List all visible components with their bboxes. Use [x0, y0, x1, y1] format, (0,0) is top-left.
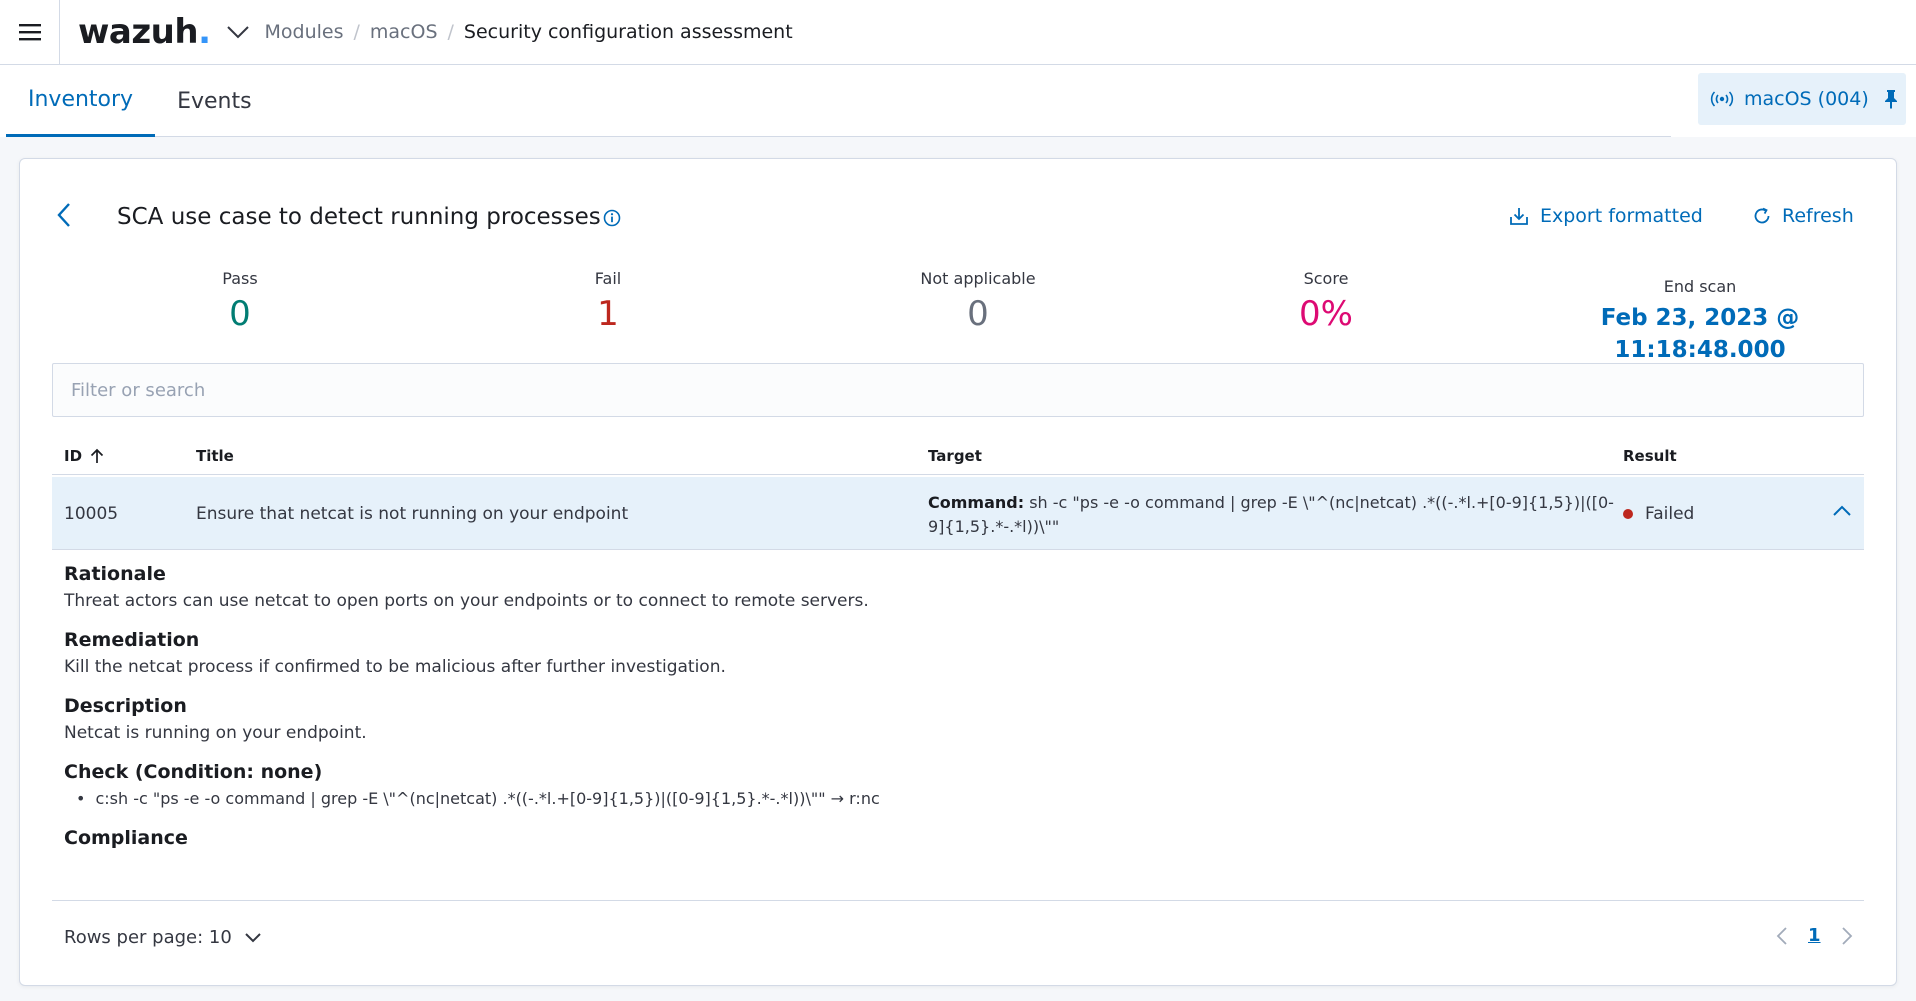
stat-na-label: Not applicable — [920, 269, 1036, 288]
agent-selector[interactable]: macOS (004) — [1698, 73, 1906, 125]
back-button[interactable] — [56, 201, 72, 233]
logo-text: wazuh — [78, 12, 199, 52]
arrow-right-icon — [1841, 926, 1852, 945]
chevron-up-icon — [1833, 505, 1851, 516]
column-id-label: ID — [64, 447, 83, 465]
antenna-icon — [1710, 91, 1734, 107]
check-section: Check (Condition: none) c:sh -c "ps -e -… — [64, 759, 1864, 811]
remediation-heading: Remediation — [64, 629, 200, 651]
page-number[interactable]: 1 — [1808, 925, 1821, 946]
description-text: Netcat is running on your endpoint. — [64, 723, 367, 743]
top-bar: wazuh. Modules / macOS / Security config… — [0, 0, 1916, 65]
refresh-button[interactable]: Refresh — [1752, 205, 1854, 227]
info-icon[interactable] — [603, 209, 621, 227]
rationale-section: Rationale Threat actors can use netcat t… — [64, 561, 1864, 613]
refresh-label: Refresh — [1782, 205, 1854, 227]
stat-not-applicable: Not applicable 0 — [858, 269, 1098, 334]
table-row[interactable]: 10005 Ensure that netcat is not running … — [52, 477, 1864, 550]
export-formatted-button[interactable]: Export formatted — [1508, 205, 1703, 227]
stat-end-scan: End scan Feb 23, 2023 @ 11:18:48.000 — [1520, 277, 1880, 366]
menu-button[interactable] — [0, 0, 60, 64]
failed-status-dot — [1623, 509, 1633, 519]
row-target-value: sh -c "ps -e -o command | grep -E \"^(nc… — [928, 493, 1614, 536]
stat-score: Score 0% — [1226, 269, 1426, 334]
breadcrumb: Modules / macOS / Security configuration… — [264, 21, 792, 43]
sca-panel: SCA use case to detect running processes… — [19, 158, 1897, 986]
pin-icon[interactable] — [1882, 89, 1900, 109]
table-footer-divider — [52, 900, 1864, 901]
wazuh-logo[interactable]: wazuh. — [78, 12, 211, 52]
rationale-heading: Rationale — [64, 563, 166, 585]
remediation-text: Kill the netcat process if confirmed to … — [64, 657, 726, 677]
logo-dot: . — [198, 12, 211, 52]
chevron-down-icon — [227, 26, 250, 39]
stat-score-value: 0% — [1299, 294, 1353, 334]
sort-up-icon — [90, 448, 104, 463]
tab-list: Inventory Events — [6, 65, 1671, 137]
column-header-title[interactable]: Title — [196, 447, 234, 465]
column-header-id[interactable]: ID — [64, 447, 106, 465]
refresh-icon — [1754, 207, 1770, 224]
row-result: Failed — [1623, 504, 1694, 524]
rows-per-page-label: Rows per page: 10 — [64, 927, 232, 948]
compliance-section: Compliance — [64, 825, 1864, 851]
rationale-text: Threat actors can use netcat to open por… — [64, 591, 869, 611]
stat-end-scan-value: Feb 23, 2023 @ 11:18:48.000 — [1600, 305, 1800, 363]
breadcrumb-macos[interactable]: macOS — [370, 21, 438, 43]
stat-fail-value: 1 — [597, 294, 619, 334]
table-header: ID Title Target Result — [52, 435, 1864, 475]
collapse-row-button[interactable] — [1832, 503, 1852, 523]
row-details: Rationale Threat actors can use netcat t… — [52, 551, 1864, 893]
row-id: 10005 — [64, 504, 119, 524]
column-header-result[interactable]: Result — [1623, 447, 1677, 465]
tabs-bar: Inventory Events macOS (004) — [0, 65, 1916, 137]
chevron-down-icon — [245, 932, 261, 942]
breadcrumb-separator: / — [447, 21, 454, 43]
description-section: Description Netcat is running on your en… — [64, 693, 1864, 745]
next-page-button[interactable] — [1841, 926, 1853, 946]
stat-na-value: 0 — [967, 294, 989, 334]
rows-per-page-selector[interactable]: Rows per page: 10 — [64, 927, 262, 948]
compliance-heading: Compliance — [64, 827, 188, 849]
remediation-section: Remediation Kill the netcat process if c… — [64, 627, 1864, 679]
tab-inventory[interactable]: Inventory — [6, 65, 156, 137]
stat-pass-value: 0 — [229, 294, 251, 334]
agent-label[interactable]: macOS (004) — [1744, 88, 1869, 110]
stat-score-label: Score — [1303, 269, 1349, 288]
breadcrumb-current: Security configuration assessment — [463, 21, 793, 43]
search-input[interactable] — [52, 363, 1864, 417]
row-title: Ensure that netcat is not running on you… — [196, 504, 629, 524]
stat-pass-label: Pass — [222, 269, 258, 288]
row-result-label: Failed — [1645, 504, 1695, 524]
stat-fail-label: Fail — [594, 269, 622, 288]
policy-title: SCA use case to detect running processes — [117, 204, 601, 230]
row-target: Command: sh -c "ps -e -o command | grep … — [928, 491, 1618, 539]
check-rule-item: c:sh -c "ps -e -o command | grep -E \"^(… — [64, 787, 1864, 811]
column-header-target[interactable]: Target — [928, 447, 982, 465]
row-target-label: Command: — [928, 493, 1025, 512]
menu-icon — [18, 24, 41, 41]
breadcrumb-separator: / — [353, 21, 360, 43]
tab-events[interactable]: Events — [155, 65, 274, 137]
check-heading: Check (Condition: none) — [64, 761, 323, 783]
stat-end-scan-label: End scan — [1663, 277, 1737, 296]
stat-fail: Fail 1 — [508, 269, 708, 334]
export-label: Export formatted — [1540, 205, 1703, 227]
export-icon — [1510, 208, 1528, 225]
previous-page-button[interactable] — [1776, 926, 1788, 946]
arrow-left-icon — [57, 203, 70, 227]
description-heading: Description — [64, 695, 187, 717]
breadcrumb-modules[interactable]: Modules — [264, 21, 343, 43]
arrow-left-icon — [1776, 926, 1787, 945]
stat-pass: Pass 0 — [140, 269, 340, 334]
app-switcher-button[interactable] — [226, 25, 250, 39]
pagination: 1 — [1776, 925, 1853, 946]
